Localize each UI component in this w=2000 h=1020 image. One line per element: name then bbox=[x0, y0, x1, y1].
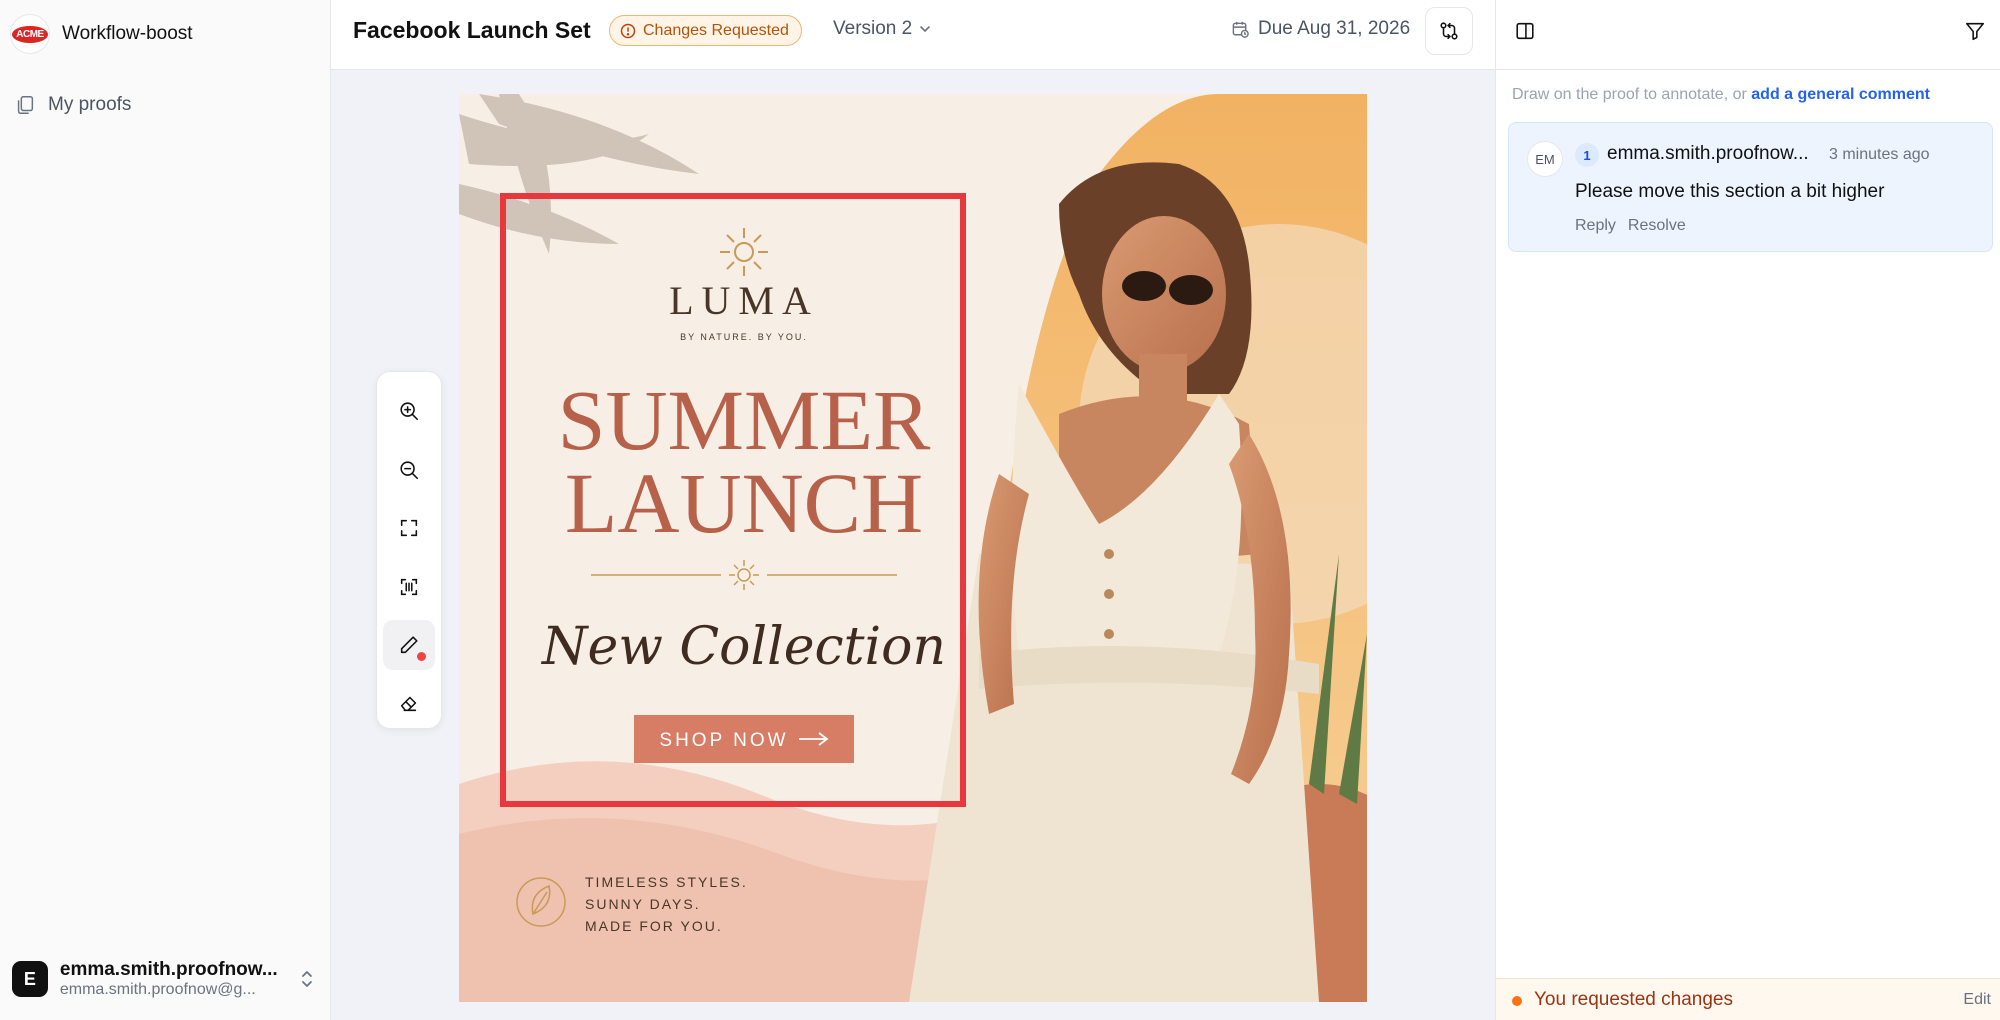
brand-logo: ACME bbox=[10, 14, 50, 54]
proof-footer-3: MADE FOR YOU. bbox=[585, 918, 723, 934]
eraser-icon bbox=[400, 696, 417, 712]
brand-logo-text: ACME bbox=[12, 25, 48, 43]
chevron-up-down-icon bbox=[302, 971, 312, 987]
zoom-out-button[interactable] bbox=[383, 445, 435, 495]
status-dot bbox=[1512, 996, 1522, 1006]
proof-footer-1: TIMELESS STYLES. bbox=[585, 874, 748, 890]
proof-headline-2: LAUNCH bbox=[565, 455, 923, 551]
fullscreen-icon bbox=[400, 519, 418, 537]
chevron-down-icon bbox=[920, 26, 931, 33]
comment-avatar: EM bbox=[1527, 141, 1563, 177]
calendar-clock-icon bbox=[1232, 21, 1249, 38]
version-select[interactable]: Version 2 bbox=[833, 18, 932, 40]
zoom-in-icon bbox=[400, 402, 419, 421]
draw-tool-button[interactable] bbox=[383, 620, 435, 670]
due-date: Due Aug 31, 2026 bbox=[1231, 18, 1410, 40]
brand-name: Workflow-boost bbox=[62, 23, 193, 44]
proof-cta: SHOP NOW bbox=[659, 730, 788, 751]
proof-footer-2: SUNNY DAYS. bbox=[585, 896, 701, 912]
hint-text: Draw on the proof to annotate, or bbox=[1512, 86, 1752, 103]
edit-review-button[interactable]: Edit bbox=[1963, 991, 1991, 1009]
proof-artwork: LUMA BY NATURE. BY YOU. SUMMER LAUNCH Ne… bbox=[459, 94, 1367, 1002]
add-general-comment-link[interactable]: add a general comment bbox=[1751, 86, 1930, 103]
compare-icon bbox=[1440, 22, 1458, 40]
user-menu[interactable]: E emma.smith.proofnow... emma.smith.proo… bbox=[12, 950, 317, 1008]
review-status-bar: You requested changes Edit bbox=[1496, 978, 2000, 1020]
sidebar-item-my-proofs[interactable]: My proofs bbox=[14, 94, 131, 116]
filter-icon[interactable] bbox=[1964, 20, 1986, 42]
user-email: emma.smith.proofnow@g... bbox=[59, 981, 256, 998]
comment-number-badge: 1 bbox=[1575, 143, 1599, 167]
due-date-label: Due Aug 31, 2026 bbox=[1258, 18, 1411, 39]
proof-image[interactable]: LUMA BY NATURE. BY YOU. SUMMER LAUNCH Ne… bbox=[459, 94, 1367, 1002]
proof-headline-1: SUMMER bbox=[558, 372, 931, 468]
pencil-icon bbox=[400, 636, 418, 654]
resolve-button[interactable]: Resolve bbox=[1628, 217, 1686, 235]
annotate-hint: Draw on the proof to annotate, or add a … bbox=[1512, 86, 1930, 104]
eraser-tool-button[interactable] bbox=[383, 678, 435, 728]
proof-script: New Collection bbox=[540, 617, 946, 677]
status-badge: Changes Requested bbox=[609, 15, 802, 46]
page-title: Facebook Launch Set bbox=[353, 17, 591, 43]
brand[interactable]: ACME Workflow-boost bbox=[10, 14, 193, 54]
user-name: emma.smith.proofnow... bbox=[59, 959, 278, 980]
zoom-in-button[interactable] bbox=[383, 386, 435, 436]
alert-circle-icon bbox=[620, 23, 636, 38]
sidebar-item-label: My proofs bbox=[48, 94, 132, 115]
comment-text: Please move this section a bit higher bbox=[1575, 181, 1885, 202]
reply-button[interactable]: Reply bbox=[1575, 217, 1616, 235]
comments-panel: Draw on the proof to annotate, or add a … bbox=[1495, 0, 2000, 1020]
zoom-out-icon bbox=[400, 461, 419, 480]
draw-color-indicator bbox=[417, 652, 426, 661]
fit-screen-button[interactable] bbox=[383, 503, 435, 553]
proof-canvas[interactable]: LUMA BY NATURE. BY YOU. SUMMER LAUNCH Ne… bbox=[331, 70, 1495, 1020]
avatar: E bbox=[12, 961, 48, 997]
comment-timestamp: 3 minutes ago bbox=[1829, 146, 1930, 163]
review-status-text: You requested changes bbox=[1534, 989, 1733, 1010]
panel-toggle-icon[interactable] bbox=[1514, 20, 1536, 42]
fit-width-button[interactable] bbox=[383, 562, 435, 612]
comment-card[interactable]: EM 1 emma.smith.proofnow... 3 minutes ag… bbox=[1508, 122, 1993, 252]
annotation-toolbar bbox=[376, 371, 442, 729]
scan-icon bbox=[400, 578, 418, 596]
proof-tagline: BY NATURE. BY YOU. bbox=[680, 332, 808, 342]
status-label: Changes Requested bbox=[643, 21, 789, 39]
header: Facebook Launch Set Changes Requested Ve… bbox=[331, 0, 1495, 70]
proofs-icon bbox=[17, 96, 34, 114]
proof-brand: LUMA bbox=[669, 278, 819, 323]
comment-author: emma.smith.proofnow... bbox=[1607, 143, 1809, 164]
panel-header bbox=[1496, 0, 2000, 70]
sidebar: ACME Workflow-boost My proofs E emma.smi… bbox=[0, 0, 331, 1020]
version-label: Version 2 bbox=[833, 18, 913, 39]
compare-versions-button[interactable] bbox=[1425, 7, 1473, 55]
